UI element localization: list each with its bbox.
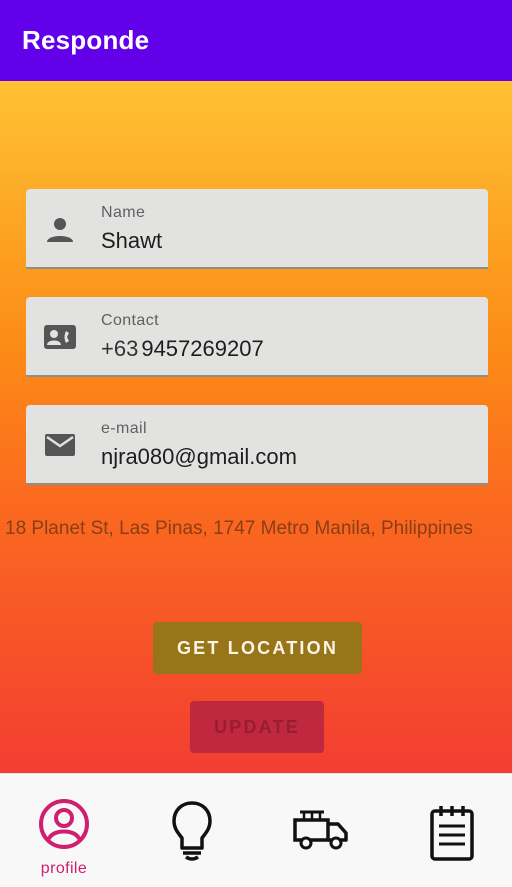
email-label: e-mail <box>101 420 147 437</box>
contact-label: Contact <box>101 312 159 329</box>
name-field[interactable]: Name Shawt <box>26 189 488 269</box>
contact-field[interactable]: Contact +63 9457269207 <box>26 297 488 377</box>
address-text: 18 Planet St, Las Pinas, 1747 Metro Mani… <box>5 518 473 539</box>
notepad-icon <box>430 806 474 861</box>
profile-icon <box>39 799 89 849</box>
nav-item-notes[interactable] <box>384 774 512 887</box>
app-bar: Responde <box>0 0 512 81</box>
fire-truck-icon <box>293 810 348 850</box>
nav-item-profile[interactable]: profile <box>0 774 128 887</box>
nav-item-emergency[interactable] <box>256 774 384 887</box>
email-value[interactable]: njra080@gmail.com <box>101 444 297 470</box>
nav-label-profile: profile <box>40 860 88 877</box>
profile-form: Name Shawt Contact +63 9457269207 e-mail … <box>0 81 512 773</box>
email-field[interactable]: e-mail njra080@gmail.com <box>26 405 488 485</box>
get-location-button[interactable]: GET LOCATION <box>153 622 362 674</box>
name-label: Name <box>101 204 146 221</box>
lightbulb-icon <box>172 801 212 861</box>
contact-number: 9457269207 <box>141 336 264 361</box>
contact-value[interactable]: +63 9457269207 <box>101 336 264 362</box>
person-icon <box>47 218 73 242</box>
mail-icon <box>45 434 75 456</box>
nav-item-tips[interactable] <box>128 774 256 887</box>
contact-card-icon <box>44 325 76 349</box>
bottom-navigation: profile <box>0 773 512 887</box>
contact-prefix: +63 <box>101 336 139 361</box>
app-title: Responde <box>22 25 150 55</box>
update-button[interactable]: UPDATE <box>190 701 324 753</box>
name-value[interactable]: Shawt <box>101 228 162 254</box>
